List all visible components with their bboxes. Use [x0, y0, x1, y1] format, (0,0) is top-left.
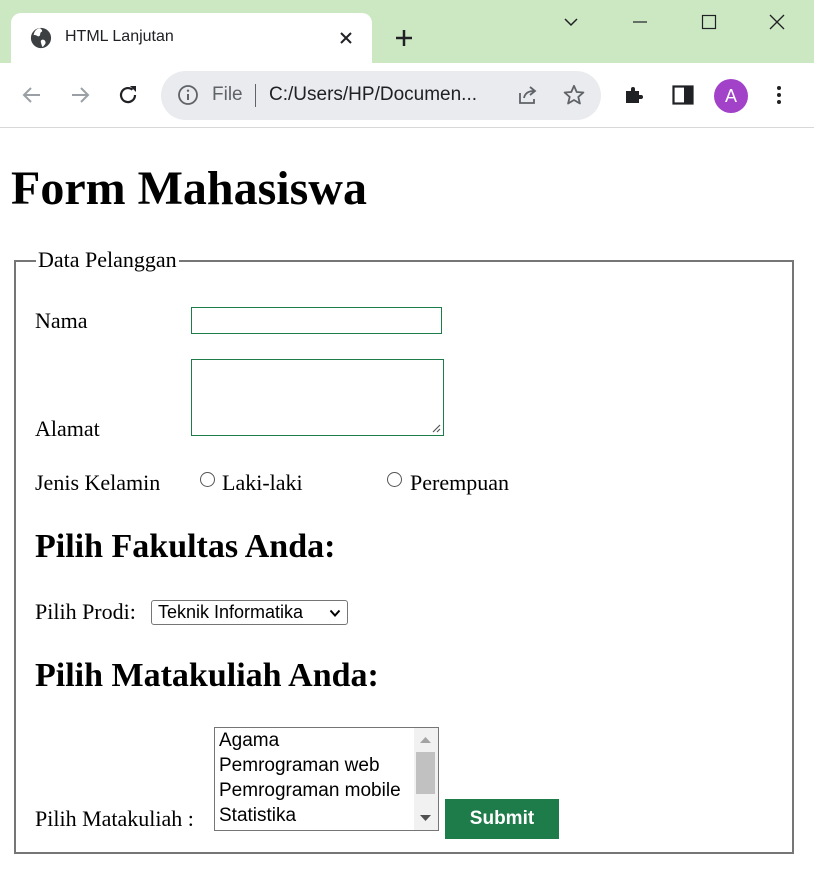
radio-label-perempuan[interactable]: Perempuan — [410, 470, 509, 496]
extensions-puzzle-icon[interactable] — [622, 83, 646, 107]
page-title: Form Mahasiswa — [11, 162, 367, 215]
tab-search-chevron-icon[interactable] — [563, 14, 579, 30]
matakuliah-listbox[interactable]: Agama Pemrograman web Pemrograman mobile… — [214, 727, 439, 831]
alamat-label: Alamat — [35, 416, 100, 441]
matakuliah-label: Pilih Matakuliah : — [35, 806, 194, 831]
new-tab-icon[interactable] — [394, 28, 414, 48]
prodi-label: Pilih Prodi: — [35, 599, 136, 624]
list-option[interactable]: Pemrograman mobile — [219, 778, 401, 803]
listbox-scrollbar[interactable] — [414, 728, 438, 830]
nama-input[interactable] — [191, 307, 442, 334]
browser-tab[interactable]: HTML Lanjutan — [11, 13, 372, 63]
url-divider — [255, 84, 256, 107]
close-window-icon[interactable] — [769, 14, 785, 30]
scroll-thumb[interactable] — [416, 752, 435, 794]
prodi-select[interactable]: Teknik Informatika — [151, 600, 348, 625]
gender-label: Jenis Kelamin — [35, 470, 161, 495]
side-panel-icon[interactable] — [671, 83, 695, 107]
radio-label-laki-laki[interactable]: Laki-laki — [222, 470, 303, 496]
maximize-icon[interactable] — [701, 14, 717, 30]
bookmark-star-icon[interactable] — [562, 83, 586, 107]
address-bar[interactable]: File C:/Users/HP/Documen... — [161, 71, 601, 120]
matakuliah-heading: Pilih Matakuliah Anda: — [35, 657, 379, 694]
browser-toolbar: File C:/Users/HP/Documen... A — [0, 63, 814, 128]
list-option[interactable]: Pemrograman web — [219, 753, 380, 778]
back-arrow-icon[interactable] — [20, 83, 44, 107]
minimize-icon[interactable] — [632, 14, 648, 30]
tab-title: HTML Lanjutan — [65, 28, 174, 45]
tab-strip: HTML Lanjutan — [0, 0, 814, 63]
resize-grip-icon[interactable] — [431, 423, 441, 433]
url-scheme: File — [212, 84, 243, 105]
close-tab-icon[interactable] — [339, 31, 353, 45]
alamat-textarea[interactable] — [191, 359, 444, 436]
radio-laki-laki[interactable] — [200, 472, 215, 487]
scroll-down-arrow-icon[interactable] — [420, 814, 431, 822]
more-menu-icon[interactable] — [767, 83, 791, 107]
reload-icon[interactable] — [116, 83, 140, 107]
list-option[interactable]: Statistika — [219, 803, 296, 828]
scroll-up-arrow-icon[interactable] — [420, 736, 431, 744]
prodi-selected-value: Teknik Informatika — [158, 602, 304, 622]
submit-button[interactable]: Submit — [445, 799, 559, 839]
share-icon[interactable] — [515, 83, 539, 107]
info-icon[interactable] — [177, 84, 199, 106]
list-option[interactable]: Agama — [219, 728, 279, 753]
nama-label: Nama — [35, 308, 88, 333]
profile-avatar[interactable]: A — [714, 79, 748, 113]
chevron-down-icon — [329, 609, 341, 617]
fieldset-legend: Data Pelanggan — [36, 247, 179, 273]
radio-perempuan[interactable] — [387, 472, 402, 487]
url-text[interactable]: C:/Users/HP/Documen... — [269, 84, 499, 106]
fakultas-heading: Pilih Fakultas Anda: — [35, 528, 336, 565]
globe-icon — [30, 27, 52, 49]
forward-arrow-icon[interactable] — [68, 83, 92, 107]
